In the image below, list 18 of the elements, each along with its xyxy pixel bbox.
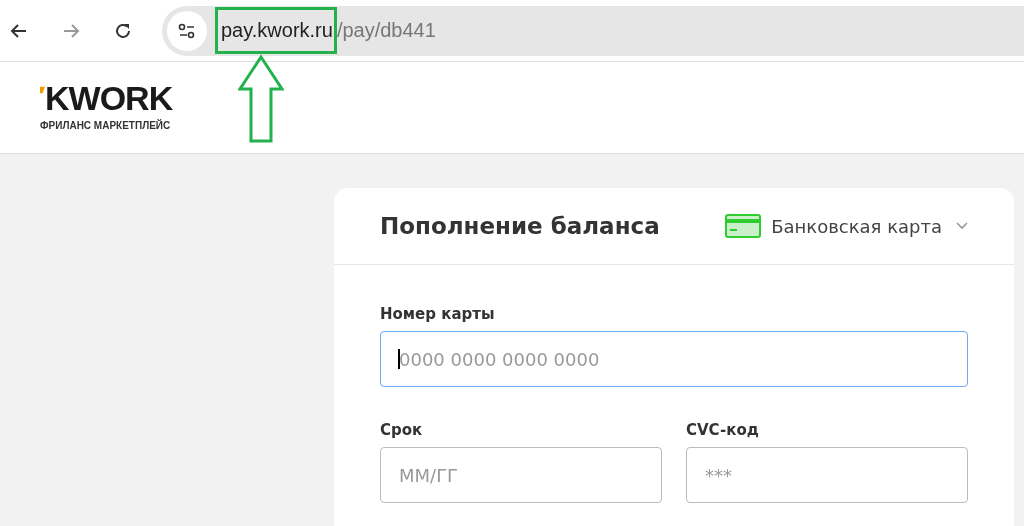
chevron-down-icon: [956, 222, 968, 230]
site-settings-icon[interactable]: [167, 10, 207, 51]
logo-tagline: ФРИЛАНС МАРКЕТПЛЕЙС: [40, 120, 172, 131]
input-field[interactable]: ***: [686, 447, 968, 503]
credit-card-icon: [725, 214, 762, 238]
card-title: Пополнение баланса: [380, 213, 660, 239]
field-label: CVC-код: [686, 421, 760, 439]
input-field[interactable]: ММ/ГГ: [380, 447, 662, 503]
payment-method-dropdown[interactable]: Банковская карта: [725, 214, 968, 238]
field-label: Срок: [380, 421, 424, 439]
input-field[interactable]: 0000 0000 0000 0000: [380, 331, 968, 387]
text-cursor: [398, 349, 400, 369]
field-label: Номер карты: [380, 305, 496, 323]
url-host: pay.kwork.ru: [220, 19, 334, 41]
url-path: /pay/db441: [336, 19, 436, 42]
address-bar[interactable]: pay.kwork.ru /pay/db441: [162, 5, 1024, 56]
logo[interactable]: KWORK: [45, 82, 173, 114]
logo-mark-icon: [40, 86, 45, 94]
